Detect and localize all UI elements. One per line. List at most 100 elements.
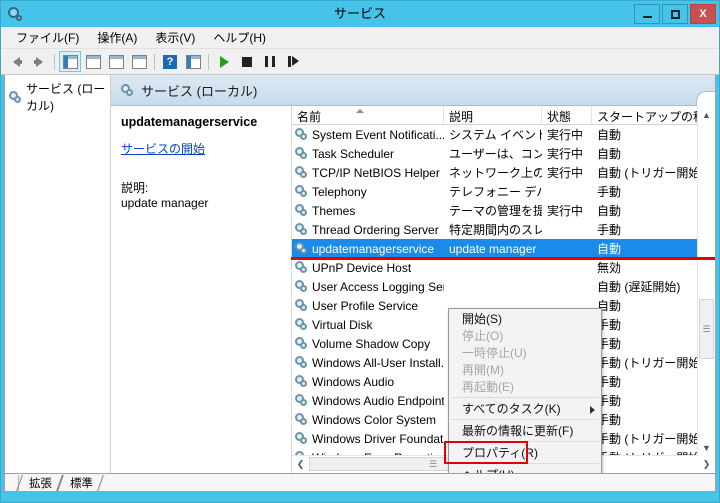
- main-body: サービス (ローカル) サービス (ローカル) updatemanagerser…: [4, 75, 716, 473]
- status-bar: [1, 491, 719, 502]
- vertical-scrollbar[interactable]: ▲ ☰ ▼: [697, 106, 715, 456]
- pause-service-icon[interactable]: [259, 51, 281, 72]
- vscroll-track[interactable]: ☰: [698, 123, 715, 439]
- stop-service-icon[interactable]: [236, 51, 258, 72]
- context-help[interactable]: ヘルプ(H): [449, 466, 601, 473]
- row-status-cell: 実行中: [547, 166, 584, 180]
- vscroll-thumb[interactable]: ☰: [699, 299, 714, 359]
- scroll-left-icon[interactable]: ❮: [292, 456, 309, 473]
- services-gear-icon: [295, 261, 308, 274]
- services-gear-icon: [9, 90, 22, 104]
- panes: updatemanagerservice サービスの開始 説明: update …: [111, 106, 715, 473]
- tab-standard[interactable]: 標準: [60, 475, 101, 491]
- row-name-cell: Windows Audio Endpoint...: [292, 394, 444, 408]
- refresh-icon[interactable]: [105, 51, 127, 72]
- row-name-cell: UPnP Device Host: [292, 261, 444, 275]
- column-header-description[interactable]: 説明: [444, 106, 542, 124]
- row-description-cell: テーマの管理を提供...: [449, 204, 542, 218]
- table-row[interactable]: TCP/IP NetBIOS Helperネットワーク上のクライ...実行中自動…: [292, 163, 715, 182]
- menu-separator: [451, 419, 599, 420]
- table-row[interactable]: System Event Notificati... システム イベントを監...…: [292, 125, 715, 144]
- toolbar-separator: [54, 53, 55, 70]
- row-name-label: Volume Shadow Copy: [312, 336, 431, 351]
- help-icon[interactable]: ?: [159, 51, 181, 72]
- menu-action[interactable]: 操作(A): [88, 27, 146, 48]
- context-refresh[interactable]: 最新の情報に更新(F): [449, 422, 601, 439]
- row-name-cell: Windows All-User Install...: [292, 356, 444, 370]
- row-name-label: Windows Driver Foundat...: [312, 431, 444, 446]
- toolbar: ?: [1, 49, 719, 75]
- services-gear-icon: [295, 280, 308, 293]
- start-service-icon[interactable]: [213, 51, 235, 72]
- column-header-status[interactable]: 状態: [542, 106, 592, 124]
- export-icon[interactable]: [128, 51, 150, 72]
- row-name-label: UPnP Device Host: [312, 260, 412, 275]
- back-icon[interactable]: [5, 51, 27, 72]
- table-row[interactable]: User Access Logging Ser... 自動 (遅延開始): [292, 277, 715, 296]
- row-name-cell: updatemanagerservice: [292, 242, 444, 256]
- row-name-label: TCP/IP NetBIOS Helper: [312, 165, 440, 180]
- scroll-up-icon[interactable]: ▲: [698, 106, 715, 123]
- show-hide-console-tree-icon[interactable]: [59, 51, 81, 72]
- row-name-cell: TCP/IP NetBIOS Helper: [292, 166, 444, 180]
- services-gear-icon: [295, 166, 308, 179]
- detail-description-label: 説明:: [121, 181, 149, 195]
- row-name-label: Themes: [312, 203, 356, 218]
- context-start-label: 開始(S): [462, 312, 502, 326]
- services-gear-icon: [295, 356, 308, 369]
- tree-node-services-local[interactable]: サービス (ローカル): [5, 78, 110, 116]
- menu-view[interactable]: 表示(V): [146, 27, 204, 48]
- minimize-button[interactable]: [634, 4, 660, 24]
- table-row[interactable]: Themesテーマの管理を提供...実行中自動: [292, 201, 715, 220]
- services-gear-icon: [295, 204, 308, 217]
- row-name-cell: Thread Ordering Server: [292, 223, 444, 237]
- view-tabs: 拡張 標準: [4, 473, 716, 491]
- row-description-cell: 特定期間内のスレッド...: [449, 223, 542, 237]
- toolbar-separator-2: [154, 53, 155, 70]
- properties-icon[interactable]: [182, 51, 204, 72]
- table-row[interactable]: Telephonyテレフォニー デバイス...手動: [292, 182, 715, 201]
- row-name-cell: Windows Driver Foundat...: [292, 432, 444, 446]
- restart-service-icon[interactable]: [282, 51, 304, 72]
- services-gear-icon: [295, 185, 308, 198]
- scroll-down-icon[interactable]: ▼: [698, 439, 715, 456]
- table-row[interactable]: Task Schedulerユーザーは、コンピュー...実行中自動: [292, 144, 715, 163]
- table-row[interactable]: updatemanagerservice update manager 自動: [292, 239, 715, 258]
- services-gear-icon: [295, 337, 308, 350]
- close-button[interactable]: X: [690, 4, 716, 24]
- services-gear-icon: [121, 83, 134, 97]
- pane-header: サービス (ローカル): [111, 75, 715, 106]
- row-name-label: Virtual Disk: [312, 317, 373, 332]
- context-start[interactable]: 開始(S): [449, 310, 601, 327]
- row-name-label: Windows Audio: [312, 374, 395, 389]
- maximize-button[interactable]: [662, 4, 688, 24]
- column-header-name[interactable]: 名前: [292, 106, 444, 124]
- export-list-icon[interactable]: [82, 51, 104, 72]
- selected-row-underline: [291, 257, 715, 260]
- row-name-label: Windows Audio Endpoint...: [312, 393, 444, 408]
- menu-file[interactable]: ファイル(F): [7, 27, 88, 48]
- services-gear-icon: [295, 432, 308, 445]
- table-row[interactable]: UPnP Device Host 無効: [292, 258, 715, 277]
- start-service-link[interactable]: サービスの開始: [121, 140, 205, 157]
- scroll-right-icon[interactable]: ❯: [698, 456, 715, 473]
- row-status-cell: 実行中: [547, 204, 584, 218]
- list-column-headers: 名前 説明 状態 スタートアップの種類: [292, 106, 715, 125]
- table-row[interactable]: Thread Ordering Server特定期間内のスレッド...手動: [292, 220, 715, 239]
- forward-icon[interactable]: [28, 51, 50, 72]
- row-name-cell: Themes: [292, 204, 444, 218]
- row-description-cell: update manager: [449, 241, 537, 256]
- column-header-startup-type[interactable]: スタートアップの種類: [592, 106, 698, 124]
- column-header-name-label: 名前: [297, 110, 322, 124]
- services-gear-icon: [295, 413, 308, 426]
- context-restart: 再起動(E): [449, 378, 601, 395]
- service-detail-pane: updatemanagerservice サービスの開始 説明: update …: [111, 106, 292, 473]
- context-resume: 再開(M): [449, 361, 601, 378]
- title-bar: サービス X: [1, 1, 719, 27]
- row-description-cell: ネットワーク上のクライ...: [449, 166, 542, 180]
- tab-extended[interactable]: 拡張: [19, 475, 60, 491]
- row-name-label: updatemanagerservice: [312, 241, 435, 256]
- menu-help[interactable]: ヘルプ(H): [204, 27, 275, 48]
- context-all-tasks[interactable]: すべてのタスク(K): [449, 400, 601, 417]
- row-description-cell: テレフォニー デバイス...: [449, 185, 542, 199]
